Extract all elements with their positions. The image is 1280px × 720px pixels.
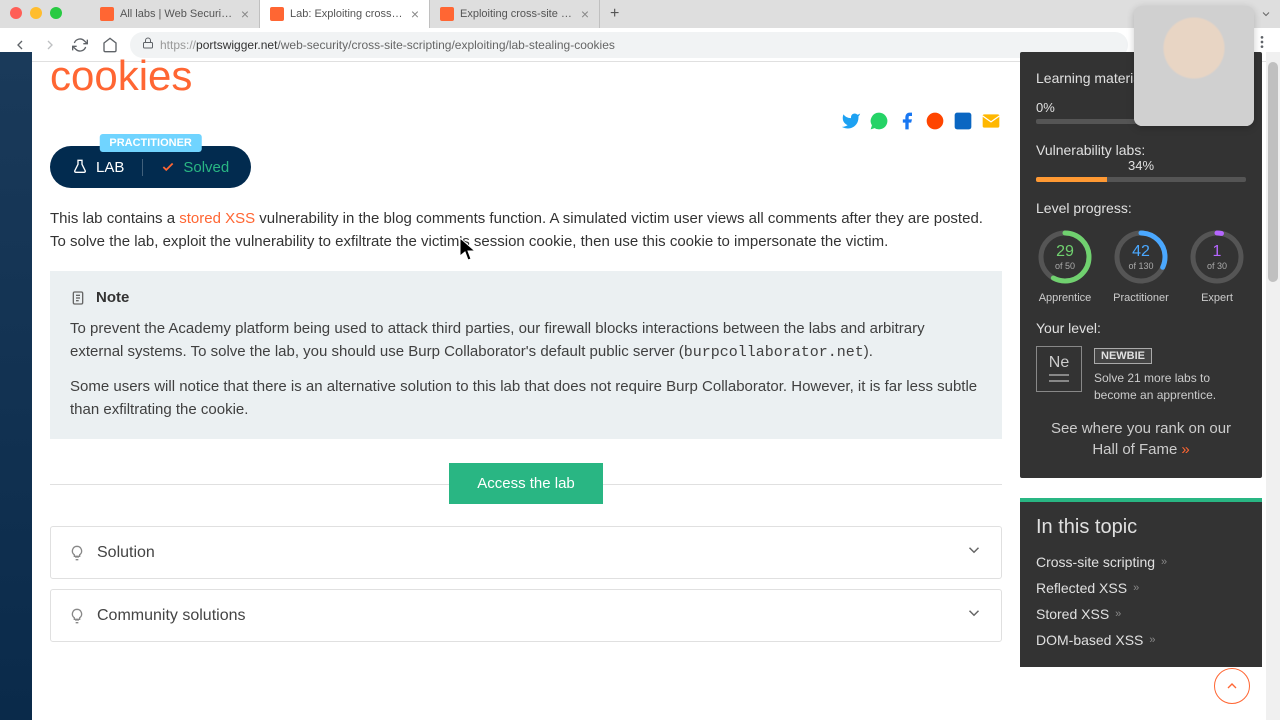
webcam-overlay — [1134, 6, 1254, 126]
lab-label: LAB — [72, 159, 143, 176]
url-path: /web-security/cross-site-scripting/explo… — [277, 38, 614, 52]
desktop-edge — [0, 52, 32, 720]
tab-title: All labs | Web Security Academ — [120, 8, 235, 20]
favicon-icon — [100, 7, 114, 21]
difficulty-badge: PRACTITIONER — [99, 134, 202, 152]
topic-link[interactable]: Stored XSS» — [1036, 601, 1246, 627]
access-lab-button[interactable]: Access the lab — [449, 463, 603, 504]
level-donut: 42of 130 Practitioner — [1112, 228, 1170, 304]
newbie-badge: NEWBIE — [1094, 348, 1152, 364]
stored-xss-link[interactable]: stored XSS — [179, 210, 255, 227]
lightbulb-icon — [69, 608, 85, 624]
tab-title: Lab: Exploiting cross-site scri — [290, 8, 405, 20]
close-tab-button[interactable]: × — [411, 6, 419, 22]
browser-tab[interactable]: Exploiting cross-site scripting × — [430, 0, 600, 28]
email-icon[interactable] — [980, 110, 1002, 132]
reddit-icon[interactable] — [924, 110, 946, 132]
whatsapp-icon[interactable] — [868, 110, 890, 132]
level-donut: 29of 50 Apprentice — [1036, 228, 1094, 304]
chevron-down-icon — [965, 541, 983, 564]
maximize-window-button[interactable] — [50, 7, 62, 19]
clipboard-icon — [70, 290, 86, 306]
topic-link[interactable]: Reflected XSS» — [1036, 575, 1246, 601]
check-icon — [161, 160, 175, 174]
community-solutions-accordion[interactable]: Community solutions — [50, 589, 1002, 642]
scrollbar[interactable] — [1266, 52, 1280, 720]
close-tab-button[interactable]: × — [241, 6, 249, 22]
browser-tab[interactable]: All labs | Web Security Academ × — [90, 0, 260, 28]
new-tab-button[interactable]: + — [600, 0, 629, 28]
vuln-percent: 34% — [1036, 158, 1246, 173]
topic-link[interactable]: DOM-based XSS» — [1036, 627, 1246, 653]
scroll-thumb[interactable] — [1268, 62, 1278, 282]
solution-accordion[interactable]: Solution — [50, 526, 1002, 579]
share-row — [50, 110, 1002, 132]
url-domain: portswigger.net — [196, 38, 277, 52]
tab-bar: All labs | Web Security Academ×Lab: Expl… — [0, 0, 1280, 28]
minimize-window-button[interactable] — [30, 7, 42, 19]
level-text: Solve 21 more labs to become an apprenti… — [1094, 370, 1246, 404]
scroll-to-top-button[interactable] — [1214, 668, 1250, 704]
linkedin-icon[interactable] — [952, 110, 974, 132]
browser-tab[interactable]: Lab: Exploiting cross-site scri × — [260, 0, 430, 28]
chevron-down-icon — [965, 604, 983, 627]
vuln-progress-bar — [1036, 177, 1246, 182]
tab-dropdown-button[interactable] — [1252, 0, 1280, 28]
level-element-box: Ne — [1036, 346, 1082, 392]
sidebar: Learning materials: View all 0% Vulnerab… — [1020, 52, 1280, 720]
level-donut: 1of 30 Expert — [1188, 228, 1246, 304]
tab-title: Exploiting cross-site scripting — [460, 8, 575, 20]
close-window-button[interactable] — [10, 7, 22, 19]
url-protocol: https:// — [160, 38, 196, 52]
note-box: Note To prevent the Academy platform bei… — [50, 271, 1002, 439]
hall-of-fame-link[interactable]: See where you rank on our Hall of Fame» — [1036, 418, 1246, 460]
twitter-icon[interactable] — [840, 110, 862, 132]
main-content: cookies PRACTITIONER LAB Solved — [32, 52, 1020, 720]
solved-status: Solved — [143, 159, 229, 176]
lightbulb-icon — [69, 545, 85, 561]
topic-title: In this topic — [1036, 516, 1246, 539]
close-tab-button[interactable]: × — [581, 6, 589, 22]
flask-icon — [72, 159, 88, 175]
topic-link[interactable]: Cross-site scripting» — [1036, 549, 1246, 575]
lab-status-header: PRACTITIONER LAB Solved — [50, 146, 251, 188]
page-title: cookies — [50, 52, 1002, 100]
level-progress-label: Level progress: — [1036, 200, 1246, 216]
topic-panel: In this topic Cross-site scripting»Refle… — [1020, 498, 1262, 667]
favicon-icon — [270, 7, 284, 21]
lab-description: This lab contains a stored XSS vulnerabi… — [50, 208, 1002, 253]
note-label: Note — [96, 289, 129, 306]
favicon-icon — [440, 7, 454, 21]
lock-icon — [142, 37, 154, 52]
your-level-label: Your level: — [1036, 320, 1246, 336]
vuln-labs-label: Vulnerability labs: — [1036, 142, 1246, 158]
facebook-icon[interactable] — [896, 110, 918, 132]
